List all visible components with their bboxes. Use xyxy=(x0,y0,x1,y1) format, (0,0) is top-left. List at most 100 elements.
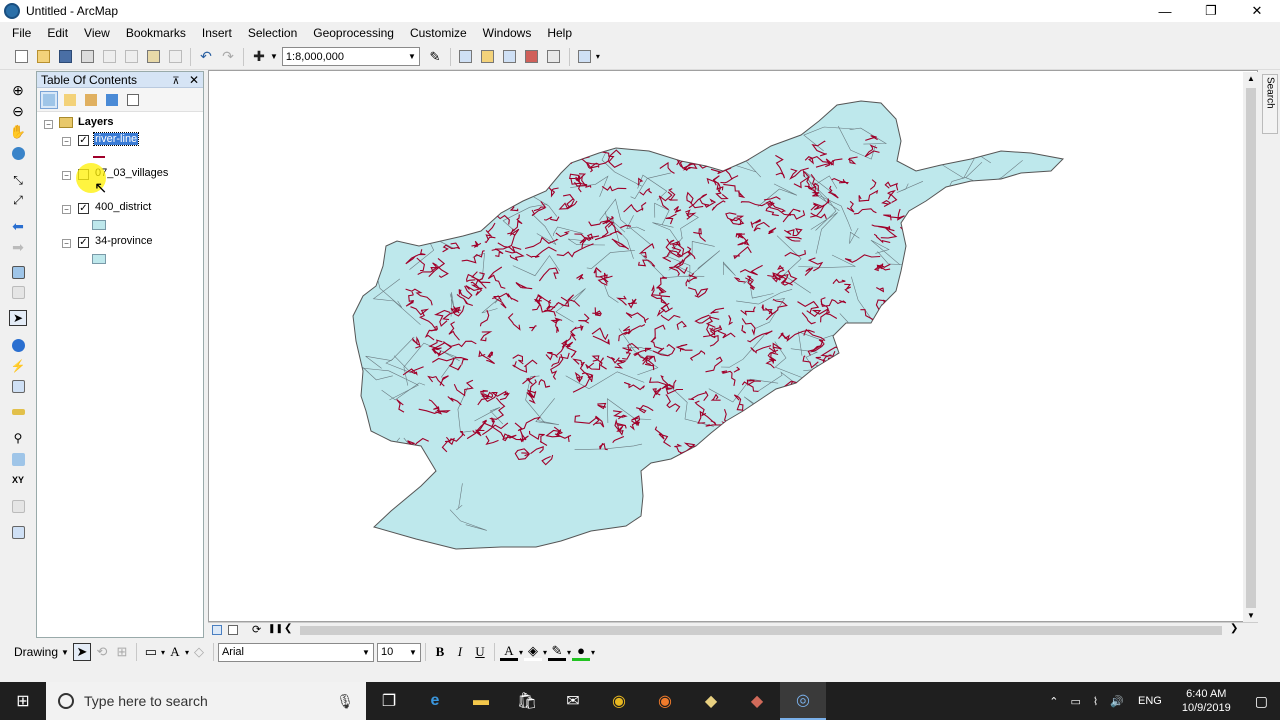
network-icon[interactable]: ▭ xyxy=(1071,695,1081,708)
data-view-icon[interactable] xyxy=(228,625,238,635)
fill-color-icon[interactable]: ◈ xyxy=(523,643,542,661)
save-icon[interactable] xyxy=(56,48,74,66)
bold-button[interactable]: B xyxy=(431,643,449,661)
menu-customize[interactable]: Customize xyxy=(402,26,475,40)
vertical-scroll-thumb[interactable] xyxy=(1246,88,1256,608)
text-tool-icon[interactable]: A xyxy=(166,643,184,661)
menu-bookmarks[interactable]: Bookmarks xyxy=(118,26,194,40)
marker-color-icon[interactable]: ● xyxy=(572,643,591,661)
minimize-button[interactable]: — xyxy=(1142,0,1188,22)
pin-icon[interactable]: ⊼ xyxy=(172,76,179,87)
new-document-icon[interactable] xyxy=(12,48,30,66)
volume-icon[interactable]: 🔊 xyxy=(1110,695,1124,708)
back-extent-icon[interactable]: ⬅ xyxy=(9,218,27,234)
map-canvas[interactable] xyxy=(209,71,1243,621)
line-color-icon[interactable]: ✎ xyxy=(548,643,566,661)
horizontal-scroll-thumb[interactable] xyxy=(300,626,1222,635)
measure-icon[interactable] xyxy=(9,404,27,420)
vertical-scrollbar[interactable]: ▲ ▼ xyxy=(1243,72,1259,622)
arctoolbox-icon[interactable] xyxy=(523,48,541,66)
district-symbol[interactable] xyxy=(92,220,106,230)
taskbar-search[interactable]: Type here to search 🎙 xyxy=(46,682,366,720)
create-viewer-window-icon[interactable] xyxy=(9,524,27,540)
delete-icon[interactable] xyxy=(166,48,184,66)
map-display[interactable] xyxy=(208,70,1258,622)
menu-file[interactable]: File xyxy=(4,26,39,40)
chrome-icon[interactable]: ◉ xyxy=(596,682,642,720)
rotate-icon[interactable]: ⟲ xyxy=(93,643,111,661)
notifications-icon[interactable]: ▢ xyxy=(1255,693,1268,710)
zoom-in-icon[interactable]: ⊕ xyxy=(9,82,27,98)
layer-river-line[interactable]: river-line xyxy=(92,132,140,146)
select-features-icon[interactable] xyxy=(9,264,27,280)
windows-start-icon[interactable]: ⊞ xyxy=(0,682,46,720)
fixed-zoom-out-icon[interactable]: ⤢ xyxy=(9,192,27,208)
list-by-drawing-order-icon[interactable] xyxy=(40,90,58,109)
forward-extent-icon[interactable]: ➡ xyxy=(9,239,27,255)
list-by-visibility-icon[interactable] xyxy=(82,91,100,109)
map-scale-combo[interactable]: 1:8,000,000 ▼ xyxy=(281,47,420,66)
font-size-select[interactable]: 10 ▼ xyxy=(376,642,421,662)
close-button[interactable]: ✕ xyxy=(1234,0,1280,22)
full-extent-globe-icon[interactable] xyxy=(9,145,27,161)
table-of-contents-icon[interactable] xyxy=(457,48,475,66)
pause-drawing-icon[interactable]: ❚❚ xyxy=(268,623,283,634)
paste-icon[interactable] xyxy=(144,48,162,66)
menu-view[interactable]: View xyxy=(76,26,118,40)
menu-windows[interactable]: Windows xyxy=(475,26,540,40)
district-checkbox[interactable]: ✓ xyxy=(78,203,89,214)
province-collapse-icon[interactable]: − xyxy=(62,239,71,248)
menu-insert[interactable]: Insert xyxy=(194,26,240,40)
editor-toolbar-icon[interactable]: ✎ xyxy=(426,48,444,66)
edit-vertices-icon[interactable]: ◇ xyxy=(190,643,208,661)
province-checkbox[interactable]: ✓ xyxy=(78,237,89,248)
select-elements-arrow-icon[interactable]: ➤ xyxy=(9,310,27,326)
refresh-icon[interactable]: ⟳ xyxy=(252,623,261,636)
go-to-xy-icon[interactable]: XY xyxy=(9,472,27,488)
copy-icon[interactable] xyxy=(122,48,140,66)
river-line-symbol[interactable] xyxy=(93,156,105,158)
toc-options-icon[interactable] xyxy=(124,91,142,109)
clear-selection-icon[interactable] xyxy=(9,284,27,300)
find-route-icon[interactable] xyxy=(9,451,27,467)
redo-icon[interactable]: ↷ xyxy=(219,48,237,66)
file-explorer-icon[interactable]: ▬ xyxy=(458,682,504,720)
firefox-icon[interactable]: ◉ xyxy=(642,682,688,720)
drawing-menu[interactable]: Drawing xyxy=(14,645,58,659)
menu-help[interactable]: Help xyxy=(539,26,580,40)
cut-icon[interactable] xyxy=(100,48,118,66)
find-binoculars-icon[interactable]: ⚲ xyxy=(9,430,27,446)
list-by-source-icon[interactable] xyxy=(61,91,79,109)
maximize-button[interactable]: ❐ xyxy=(1188,0,1234,22)
select-elements-icon[interactable]: ➤ xyxy=(72,643,91,661)
font-select[interactable]: Arial ▼ xyxy=(217,642,374,662)
underline-button[interactable]: U xyxy=(471,643,489,661)
menu-selection[interactable]: Selection xyxy=(240,26,305,40)
search-window-icon[interactable] xyxy=(501,48,519,66)
open-folder-icon[interactable] xyxy=(34,48,52,66)
hyperlink-icon[interactable]: ⚡ xyxy=(9,358,27,374)
language-indicator[interactable]: ENG xyxy=(1138,695,1162,707)
layers-collapse-icon[interactable]: − xyxy=(44,120,53,129)
layout-view-icon[interactable] xyxy=(212,625,222,635)
wifi-icon[interactable]: ⌇ xyxy=(1093,695,1098,708)
rectangle-icon[interactable]: ▭ xyxy=(142,643,160,661)
district-collapse-icon[interactable]: − xyxy=(62,205,71,214)
toc-close-icon[interactable]: ✕ xyxy=(189,73,199,87)
river-line-collapse-icon[interactable]: − xyxy=(62,137,71,146)
add-data-icon[interactable]: ✚ xyxy=(250,48,268,66)
fixed-zoom-in-icon[interactable]: ⤡ xyxy=(9,172,27,188)
scroll-left-icon[interactable]: ❮ xyxy=(284,623,292,634)
python-window-icon[interactable] xyxy=(545,48,563,66)
undo-icon[interactable]: ↶ xyxy=(197,48,215,66)
html-popup-icon[interactable] xyxy=(9,378,27,394)
arccatalog-icon[interactable]: ◆ xyxy=(688,682,734,720)
arcmap-taskbar-icon[interactable]: ◎ xyxy=(780,682,826,720)
zoom-out-icon[interactable]: ⊖ xyxy=(9,103,27,119)
layer-400-district[interactable]: 400_district xyxy=(95,201,151,213)
layer-34-province[interactable]: 34-province xyxy=(95,235,152,247)
identify-icon[interactable] xyxy=(9,337,27,353)
system-clock[interactable]: 6:40 AM 10/9/2019 xyxy=(1182,687,1231,715)
menu-edit[interactable]: Edit xyxy=(39,26,76,40)
italic-button[interactable]: I xyxy=(451,643,469,661)
